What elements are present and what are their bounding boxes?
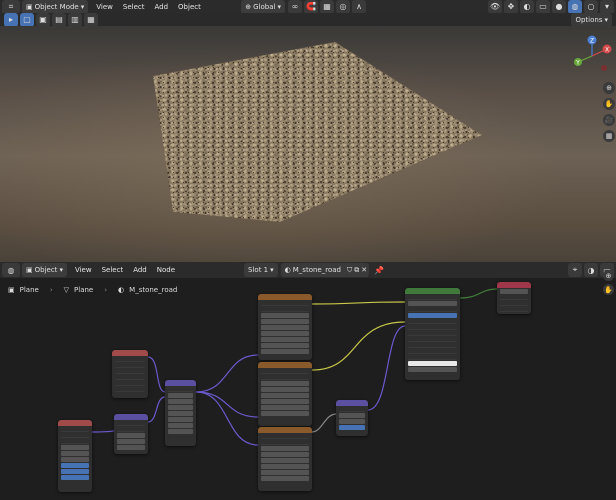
select-box-icon[interactable]: ▢ [20, 12, 34, 27]
orientation-icon: ⊕ [245, 2, 252, 11]
gizmo-x-label: X [605, 47, 609, 54]
mode-dropdown[interactable]: ▣ Object Mode ▾ [22, 0, 89, 14]
grid-icon[interactable]: ▦ [603, 130, 615, 142]
node-normal-map[interactable] [336, 400, 368, 436]
snap-icon[interactable]: 🧲 [304, 0, 318, 14]
select-intersect-icon[interactable]: ▦ [84, 12, 98, 27]
node-mapping[interactable] [165, 380, 196, 446]
menu-add[interactable]: Add [149, 3, 173, 11]
gizmo-icon[interactable]: ✥ [504, 0, 518, 14]
proportional-edit-icon[interactable]: ◎ [336, 0, 350, 14]
shading-solid-icon[interactable]: ● [552, 0, 566, 14]
shading-rendered-icon[interactable]: ○ [584, 0, 598, 14]
transform-orientation-dropdown[interactable]: ⊕ Global ▾ [241, 0, 285, 14]
editor-type-icon[interactable]: ⌗ [2, 0, 20, 14]
overlay-icon[interactable]: ◐ [520, 0, 534, 14]
zoom-icon[interactable]: ⊕ [603, 82, 615, 94]
xray-icon[interactable]: ▭ [536, 0, 550, 14]
shader-node-editor[interactable]: ◍ ▣ Object ▾ View Select Add Node Slot 1… [0, 262, 616, 500]
select-invert-icon[interactable]: ▥ [68, 12, 82, 27]
node-header [112, 350, 148, 356]
options-label: Options [575, 15, 603, 24]
select-tool-icon[interactable]: ▸ [4, 12, 18, 27]
node-header [405, 288, 460, 294]
node-header [165, 380, 196, 386]
menu-select[interactable]: Select [118, 3, 150, 11]
node-header [258, 294, 312, 300]
mode-label: Object Mode [34, 2, 79, 11]
options-button[interactable]: Options ▾ [571, 12, 612, 27]
node-zoom-icon[interactable]: ⊕ [603, 270, 614, 281]
gizmo-y-label: Y [575, 60, 580, 67]
node-texture-coordinate-output[interactable] [112, 350, 148, 398]
falloff-icon[interactable]: ∧ [352, 0, 366, 14]
node-pan-icon[interactable]: ✋ [603, 284, 614, 295]
node-material-output[interactable] [497, 282, 531, 314]
navigation-gizmo[interactable]: Z X Y [568, 32, 616, 80]
node-texture-coordinate[interactable] [58, 420, 92, 492]
3d-viewport[interactable]: Z X Y ⊕ ✋ 🎥 ▦ [0, 26, 616, 262]
pan-hand-icon[interactable]: ✋ [603, 98, 615, 110]
viewport-header: ⌗ ▣ Object Mode ▾ View Select Add Object… [0, 0, 616, 14]
chevron-down-icon: ▾ [80, 2, 85, 11]
pivot-icon[interactable]: ∞ [288, 0, 302, 14]
camera-icon[interactable]: 🎥 [603, 114, 615, 126]
snap-options-icon[interactable]: ▦ [320, 0, 334, 14]
node-image-texture-color[interactable] [258, 294, 312, 360]
node-image-texture-roughness[interactable] [258, 362, 312, 426]
menu-object[interactable]: Object [173, 3, 206, 11]
visibility-icon[interactable]: 👁 [488, 0, 502, 14]
chevron-down-icon: ▾ [277, 2, 281, 11]
shading-material-icon[interactable]: ◍ [568, 0, 582, 14]
node-image-texture-normal[interactable] [258, 427, 312, 491]
object-mode-icon: ▣ [26, 2, 33, 11]
shading-dropdown-icon[interactable]: ▾ [600, 0, 614, 14]
node-header [258, 427, 312, 433]
orientation-label: Global [253, 2, 276, 11]
node-header [58, 420, 92, 426]
node-principled-bsdf[interactable] [405, 288, 460, 380]
node-vector-math[interactable] [114, 414, 148, 454]
gizmo-z-label: Z [590, 38, 594, 45]
node-header [336, 400, 368, 406]
select-extend-icon[interactable]: ▣ [36, 12, 50, 27]
menu-view[interactable]: View [91, 3, 118, 11]
tool-header: ▸ ▢ ▣ ▤ ▥ ▦ Options ▾ [0, 12, 616, 27]
node-header [114, 414, 148, 420]
node-header [497, 282, 531, 288]
chevron-down-icon: ▾ [604, 15, 608, 24]
select-subtract-icon[interactable]: ▤ [52, 12, 66, 27]
stone-plane-render [152, 41, 483, 223]
node-header [258, 362, 312, 368]
